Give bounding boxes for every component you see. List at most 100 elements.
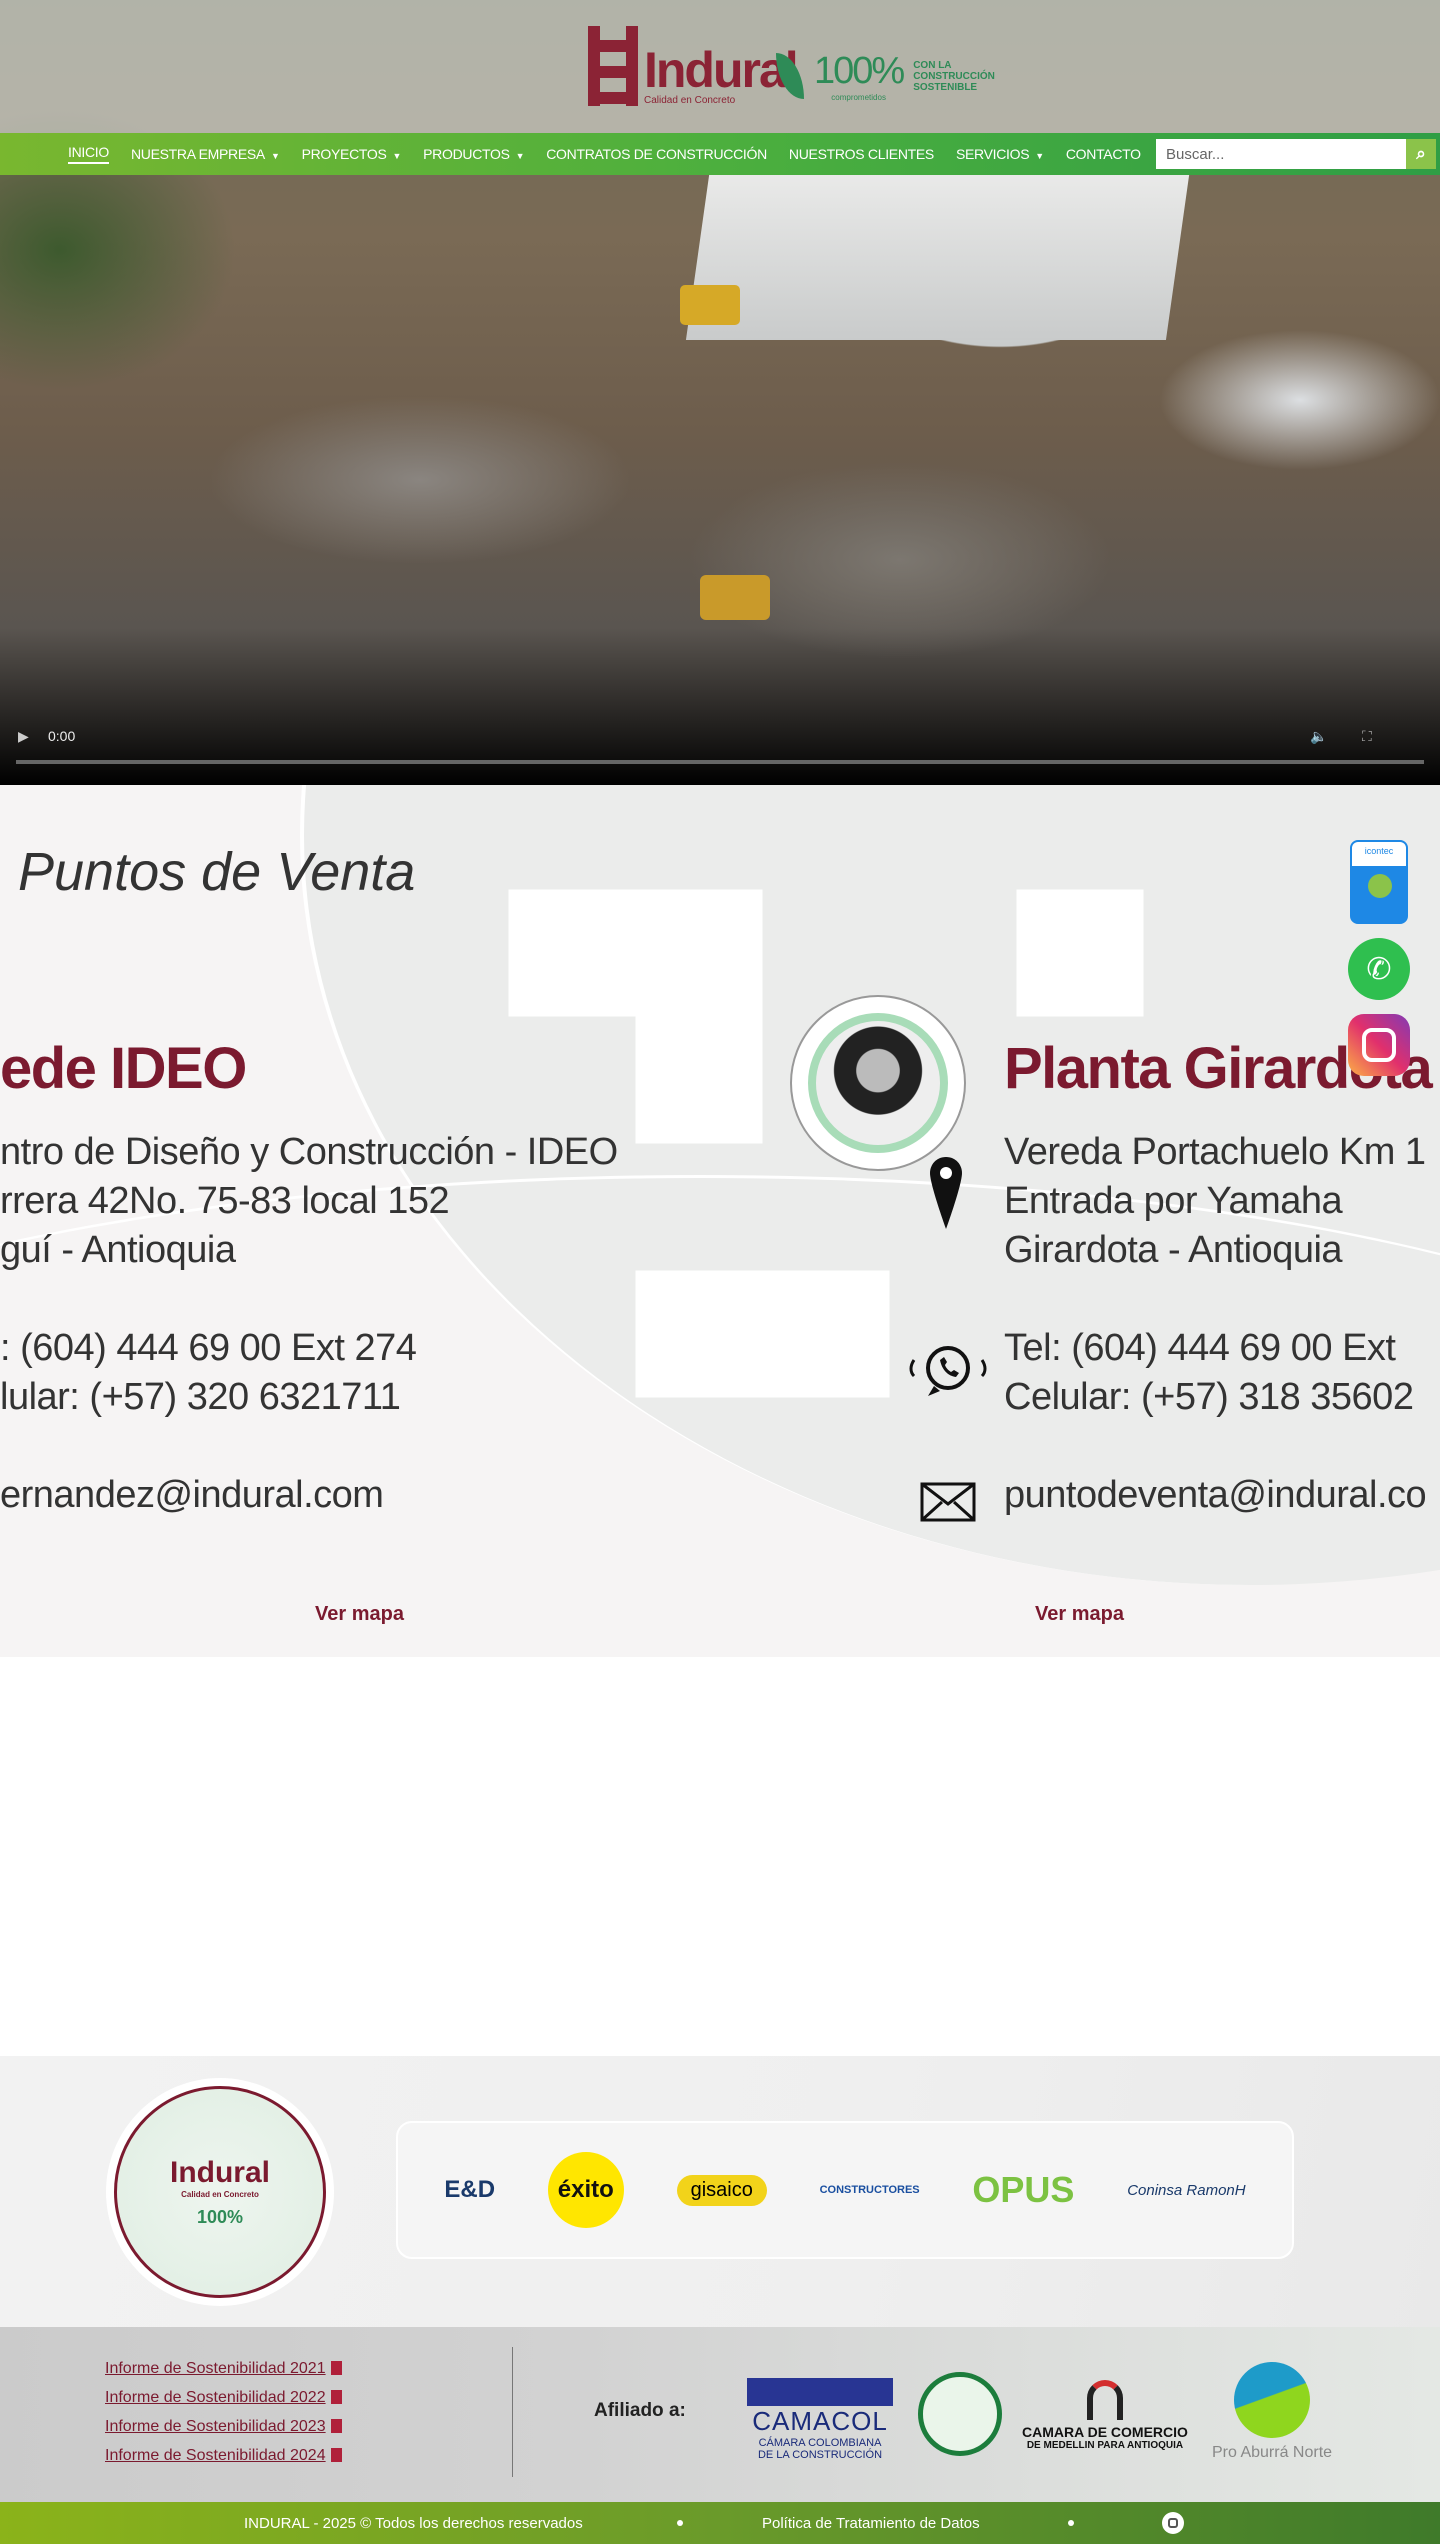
privacy-link[interactable]: Política de Tratamiento de Datos (762, 2515, 980, 2532)
instagram-icon (1362, 1028, 1396, 1062)
nav-label: NUESTRA EMPRESA (130, 146, 265, 162)
leaf-icon (1368, 874, 1392, 898)
location-email[interactable]: puntodeventa@indural.co (1004, 1471, 1427, 1520)
caret-down-icon: ▼ (1035, 151, 1044, 161)
ccma-line: CAMARA DE COMERCIO (1022, 2424, 1188, 2440)
pdf-icon (330, 2390, 342, 2404)
report-link-2022[interactable]: Informe de Sostenibilidad 2022 (105, 2389, 342, 2407)
camacol-sub: CÁMARA COLOMBIANA (758, 2437, 882, 2449)
search-icon: ⌕ (1416, 144, 1426, 163)
address-line: guí - Antioquia (0, 1229, 236, 1271)
pro-aburra-norte-logo[interactable]: Pro Aburrá Norte (1212, 2362, 1332, 2462)
badge-text: CON LA (913, 59, 952, 71)
pdf-icon (330, 2419, 342, 2433)
video-truck (680, 285, 740, 325)
ver-mapa-link[interactable]: Ver mapa (1035, 1603, 1124, 1626)
mute-icon[interactable]: 🔈 (1310, 728, 1327, 745)
badge-sub: comprometidos (831, 93, 886, 102)
separator-dot (1068, 2520, 1074, 2526)
camacol-bar (747, 2378, 893, 2406)
indural-ladder-icon (588, 26, 638, 106)
pdf-icon (330, 2361, 342, 2375)
location-address: Vereda Portachuelo Km 1 Entrada por Yama… (1004, 1128, 1426, 1275)
section-title: Puntos de Venta (18, 842, 416, 902)
footer-instagram-icon[interactable] (1162, 2512, 1184, 2534)
camacol-logo[interactable]: CAMACOL CÁMARA COLOMBIANA DE LA CONSTRUC… (747, 2378, 893, 2461)
pro-aburra-symbol-icon (1234, 2362, 1311, 2438)
location-heading: ede IDEO (0, 1036, 247, 1101)
location-phones: Tel: (604) 444 69 00 Ext Celular: (+57) … (1004, 1324, 1414, 1422)
nav-contratos[interactable]: CONTRATOS DE CONSTRUCCIÓN (546, 146, 767, 162)
mail-icon (920, 1482, 976, 1522)
bottom-bar: INDURAL - 2025 © Todos los derechos rese… (0, 2502, 1440, 2544)
client-logo-coninsa: Coninsa RamonH (1127, 2181, 1246, 2199)
play-icon[interactable]: ▶ (18, 728, 29, 745)
report-link-2023[interactable]: Informe de Sostenibilidad 2023 (105, 2418, 342, 2436)
report-label: Informe de Sostenibilidad 2022 (105, 2389, 326, 2406)
ccma-line: DE MEDELLIN PARA ANTIOQUIA (1026, 2440, 1184, 2451)
report-link-2021[interactable]: Informe de Sostenibilidad 2021 (105, 2360, 342, 2378)
video-progress-bar[interactable] (16, 760, 1424, 764)
instagram-button[interactable] (1348, 1014, 1410, 1076)
phone-line: lular: (+57) 320 6321711 (0, 1376, 401, 1418)
location-email[interactable]: ernandez@indural.com (0, 1471, 384, 1520)
pro-aburra-label: Pro Aburrá Norte (1212, 2444, 1333, 2461)
pdf-icon (330, 2448, 342, 2462)
nav-label: PRODUCTOS (423, 146, 510, 162)
nav-nuestra-empresa[interactable]: NUESTRA EMPRESA ▼ (131, 146, 280, 162)
logo-name: Indural (644, 42, 799, 98)
puntos-de-venta-section: Puntos de Venta ede IDEO ntro de Diseño … (0, 785, 1440, 1657)
sustainability-badge: 100% comprometidos CON LA CONSTRUCCIÓN SOS… (776, 50, 995, 102)
icontec-label: icontec (1364, 846, 1394, 856)
search-button[interactable]: ⌕ (1406, 139, 1436, 169)
nav-proyectos[interactable]: PROYECTOS ▼ (302, 146, 402, 162)
nav-inicio[interactable]: INICIO (68, 144, 109, 164)
affiliated-label: Afiliado a: (594, 2400, 686, 2421)
client-logo-gisaico: gisaico (676, 2174, 767, 2206)
indural-sustainability-badge: Indural Calidad en Concreto 100% (106, 2078, 334, 2306)
location-phones: : (604) 444 69 00 Ext 274 lular: (+57) 3… (0, 1324, 417, 1422)
report-label: Informe de Sostenibilidad 2023 (105, 2418, 326, 2435)
camara-comercio-logo[interactable]: CAMARA DE COMERCIO DE MEDELLIN PARA ANTI… (1022, 2380, 1188, 2451)
nav-label: PROYECTOS (301, 146, 387, 162)
fullscreen-icon[interactable]: ⛶ (1362, 728, 1372, 745)
whatsapp-phone-icon (909, 1346, 987, 1396)
camacol-sub: DE LA CONSTRUCCIÓN (757, 2449, 883, 2461)
nav-productos[interactable]: PRODUCTOS ▼ (423, 146, 524, 162)
client-logo-ed: E&D (444, 2176, 496, 2203)
address-line: Girardota - Antioquia (1004, 1229, 1343, 1271)
ccma-symbol-icon (1086, 2380, 1123, 2420)
separator-dot (677, 2520, 683, 2526)
caret-down-icon: ▼ (270, 151, 280, 161)
caret-down-icon: ▼ (392, 151, 402, 161)
badge-logo-name: Indural (169, 2156, 270, 2189)
client-logo-opus: OPUS (972, 2169, 1075, 2210)
whatsapp-button[interactable]: ✆ (1348, 938, 1410, 1000)
icontec-badge[interactable]: icontec (1350, 840, 1408, 924)
address-line: rrera 42No. 75-83 local 152 (0, 1180, 450, 1222)
video-time: 0:00 (48, 728, 76, 744)
video-excavator (700, 575, 770, 620)
client-logo-exito: éxito (547, 2152, 624, 2228)
report-label: Informe de Sostenibilidad 2021 (105, 2360, 326, 2377)
nav-clientes[interactable]: NUESTROS CLIENTES (789, 146, 934, 162)
consejo-construccion-sostenible-logo[interactable] (918, 2372, 1002, 2456)
client-logos: E&D éxito gisaico CONSTRUCTORES OPUS Con… (396, 2121, 1294, 2259)
address-line: ntro de Diseño y Construcción - IDEO (0, 1131, 618, 1173)
nav-servicios[interactable]: SERVICIOS ▼ (956, 146, 1044, 162)
badge-percent: 100% (196, 2207, 244, 2227)
address-line: Entrada por Yamaha (1004, 1180, 1343, 1222)
leaf-icon (776, 53, 804, 99)
hero-video[interactable]: ▶ 0:00 🔈 ⛶ (0, 0, 1440, 785)
report-label: Informe de Sostenibilidad 2024 (105, 2447, 326, 2464)
ver-mapa-link[interactable]: Ver mapa (315, 1603, 404, 1626)
nav-contacto[interactable]: CONTACTO (1066, 146, 1141, 162)
search-input[interactable]: Buscar... (1156, 139, 1406, 169)
map-pin-icon (930, 1157, 962, 1229)
badge-text: CONSTRUCCIÓN (913, 70, 995, 82)
report-link-2024[interactable]: Informe de Sostenibilidad 2024 (105, 2447, 342, 2465)
indural-logo[interactable]: Indural Calidad en Concreto (588, 26, 799, 106)
client-logo-constructores: CONSTRUCTORES (819, 2184, 920, 2196)
location-address: ntro de Diseño y Construcción - IDEO rre… (0, 1128, 618, 1275)
phone-line: Tel: (604) 444 69 00 Ext (1004, 1327, 1396, 1369)
